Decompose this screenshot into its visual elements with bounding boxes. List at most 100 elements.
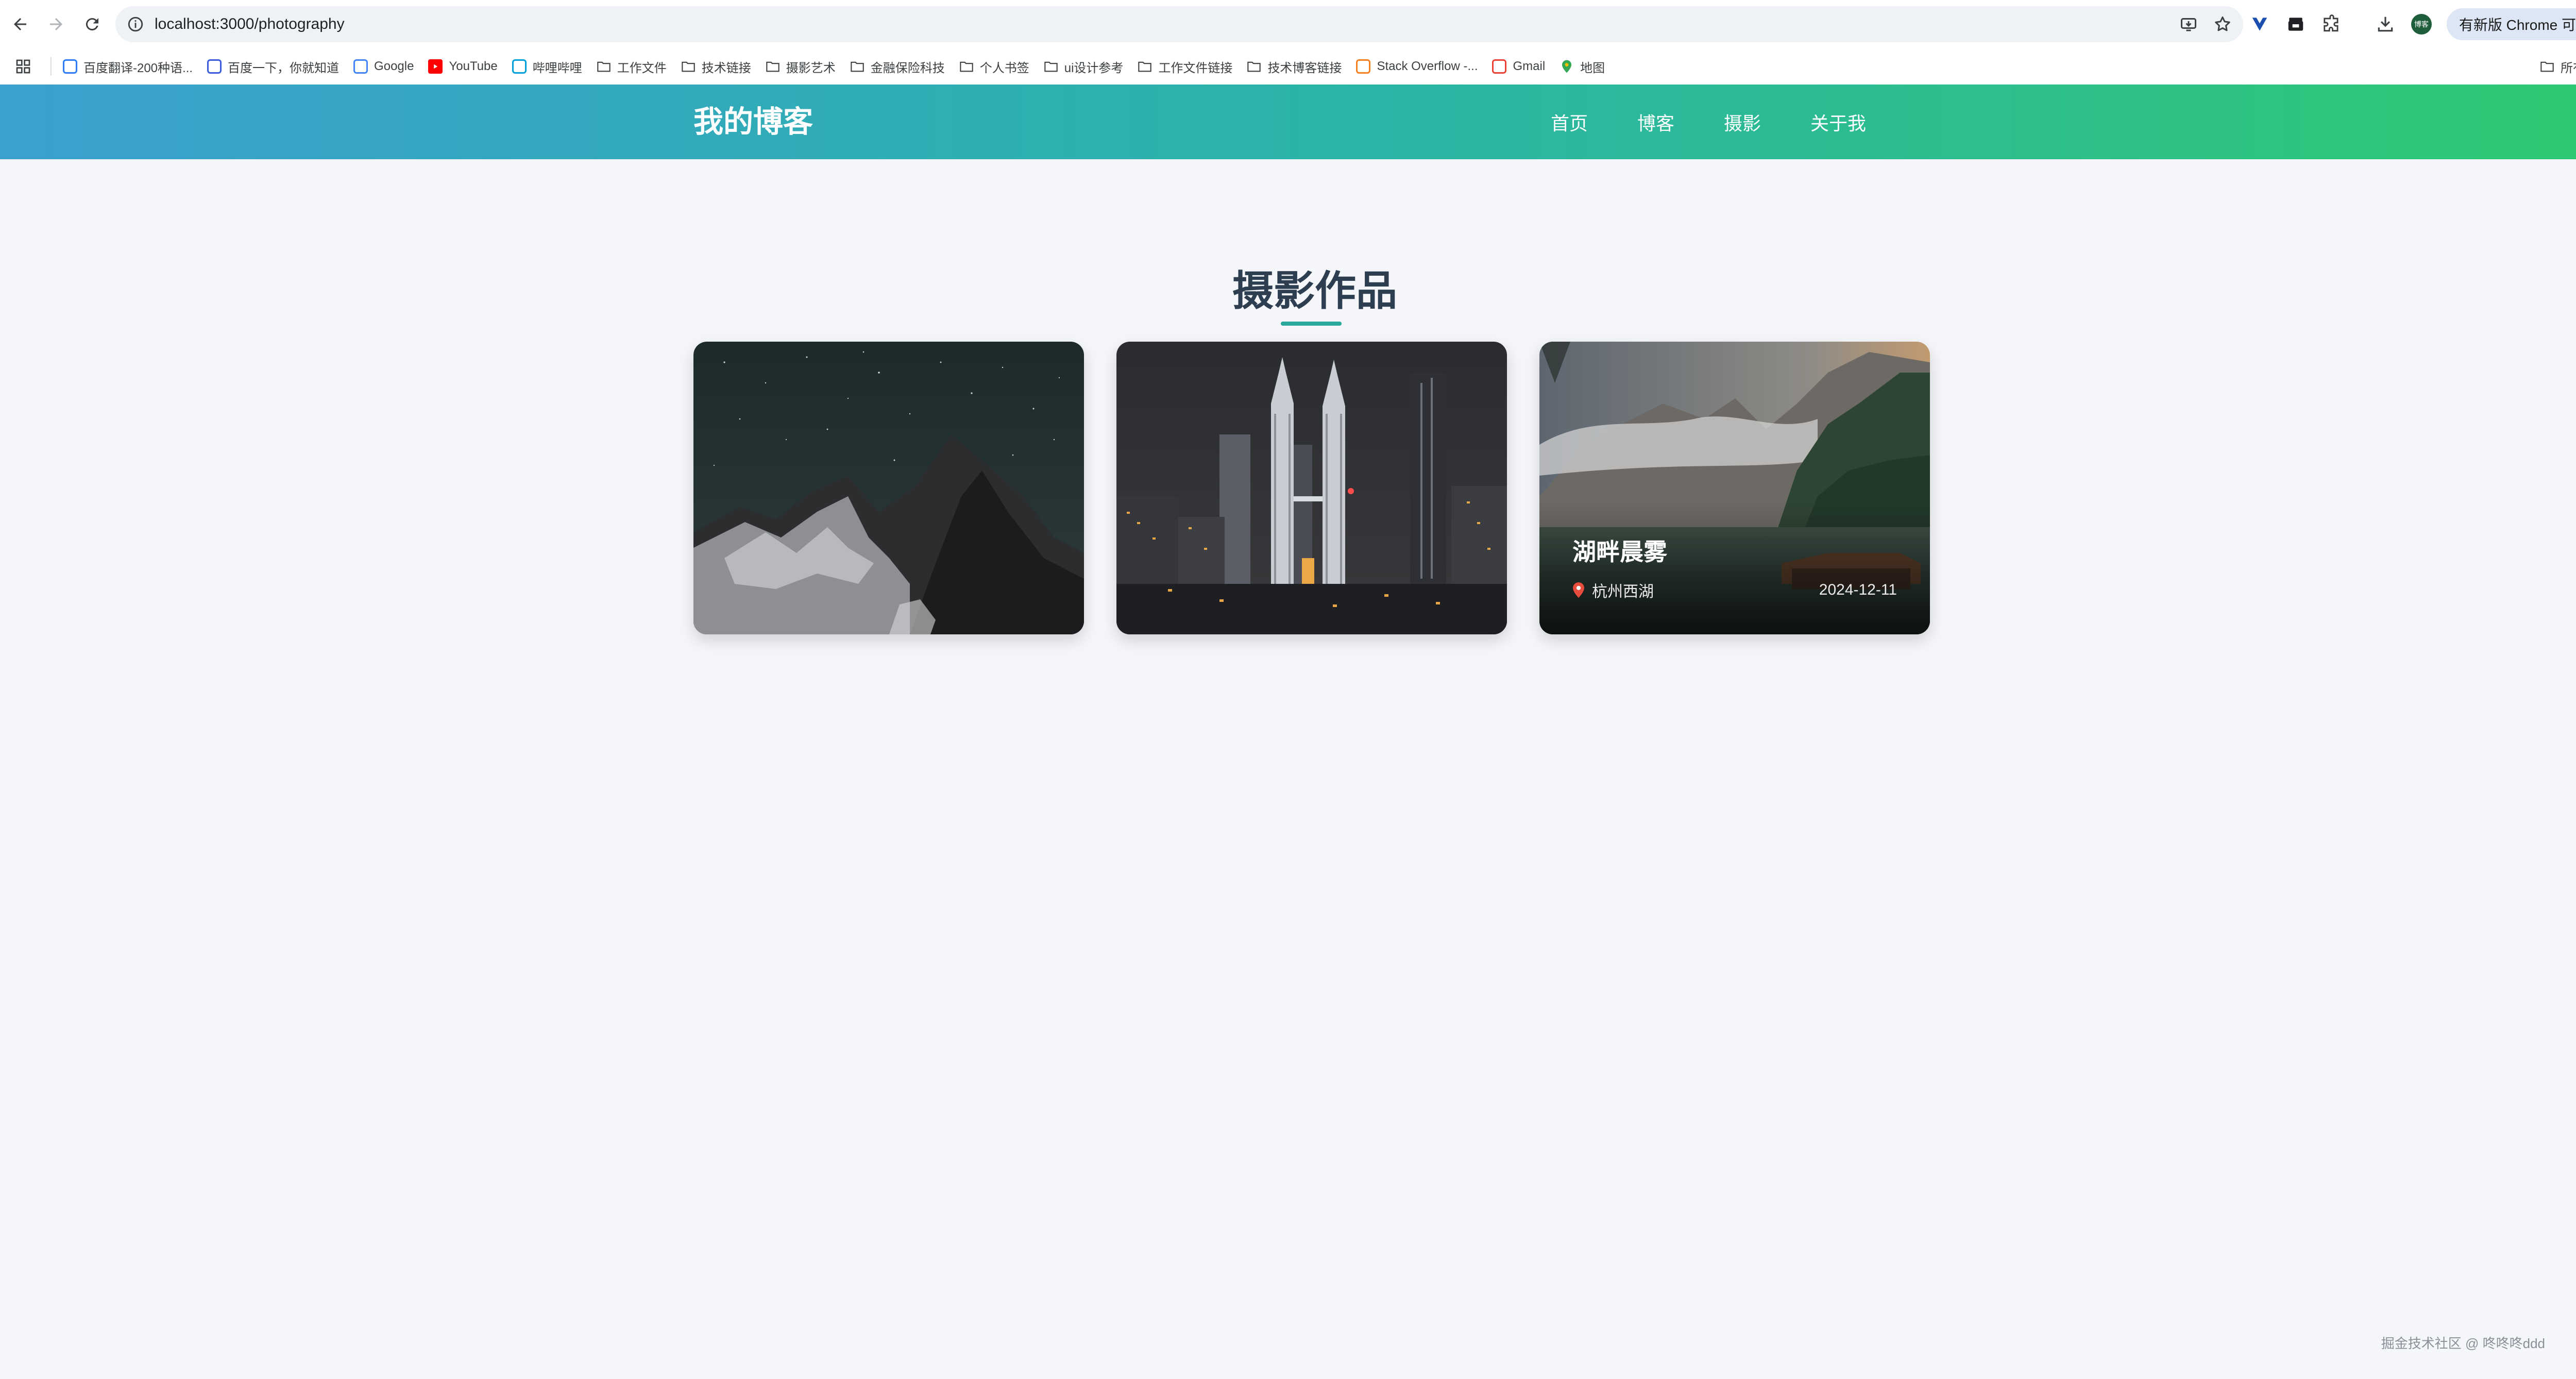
reload-icon [86, 18, 98, 31]
bookmark-label: 百度一下，你就知道 [228, 61, 340, 75]
apps-button[interactable] [0, 58, 46, 75]
chrome-update-button[interactable]: 有新版 Chrome 可用 ⋮ [2446, 8, 2576, 40]
bookmark-label: 工作文件 [617, 61, 667, 75]
bookmark-item[interactable]: 个人书签 [952, 52, 1037, 81]
bookmark-item[interactable]: 哔哩哔哩 [505, 52, 589, 81]
photo-date: 2024-12-11 [1819, 581, 1897, 598]
nav-blog[interactable]: 博客 [1637, 109, 1674, 136]
bookmark-item[interactable]: 摄影艺术 [758, 52, 843, 81]
card-overlay [1539, 500, 1930, 634]
back-button[interactable] [4, 8, 36, 40]
bookmark-label: 百度翻译-200种语... [83, 61, 193, 75]
download-icon [2378, 16, 2393, 32]
extension-v-button[interactable] [2242, 6, 2278, 42]
bookmark-item[interactable]: 百度翻译-200种语... [56, 52, 200, 81]
bookmark-item[interactable]: 百度一下，你就知道 [200, 52, 346, 81]
baidu-translate-icon [63, 59, 77, 74]
bookmark-label: 个人书签 [979, 61, 1029, 75]
bookmark-label: Gmail [1513, 59, 1546, 73]
reload-button[interactable] [76, 8, 108, 40]
nav-photography[interactable]: 摄影 [1724, 109, 1761, 136]
bookmarks-bar: 百度翻译-200种语... 百度一下，你就知道 Google YouTube 哔哩哔哩 工… [0, 48, 2576, 85]
address-bar[interactable]: localhost:3000/photography [115, 6, 2243, 42]
photo-gallery: 湖畔晨雾 杭州西湖 2024-12-11 [693, 342, 1930, 634]
photo-card[interactable] [693, 342, 1084, 634]
folder-icon [681, 59, 696, 74]
stackoverflow-icon [1356, 59, 1371, 74]
bookmark-label: 技术链接 [701, 61, 751, 75]
bookmark-item[interactable]: Google [346, 52, 421, 81]
location-text: 杭州西湖 [1592, 583, 1654, 600]
store-icon [2288, 18, 2303, 31]
site-logo-title[interactable]: 我的博客 [693, 85, 813, 159]
photo-city-night [1116, 342, 1507, 634]
photo-card[interactable] [1116, 342, 1507, 634]
gmail-icon [1492, 59, 1507, 74]
bookmark-item[interactable]: Stack Overflow -... [1349, 52, 1485, 81]
site-header: 我的博客 首页 博客 摄影 关于我 [0, 85, 2576, 159]
avatar: 博客 [2411, 14, 2432, 35]
photo-meta: 杭州西湖 2024-12-11 [1572, 579, 1897, 601]
back-arrow-icon [14, 18, 26, 30]
bookmarks-separator [50, 57, 52, 76]
folder-icon [1044, 59, 1058, 74]
bilibili-icon [512, 59, 527, 74]
bookmark-star-icon[interactable] [2213, 15, 2232, 33]
folder-icon [1138, 59, 1152, 74]
bookmark-item[interactable]: 技术链接 [674, 52, 758, 81]
url-text[interactable]: localhost:3000/photography [155, 15, 345, 33]
downloads-button[interactable] [2367, 6, 2403, 42]
apps-grid-icon [16, 59, 30, 74]
photo-title: 湖畔晨雾 [1572, 539, 1667, 565]
browser-toolbar: localhost:3000/photography 博客 有新版 Chrome… [0, 0, 2576, 48]
bookmark-item[interactable]: 工作文件 [589, 52, 674, 81]
photo-starry-mountain [693, 342, 1084, 634]
watermark: 掘金技术社区 @ 咚咚咚ddd [2381, 1336, 2545, 1351]
folder-icon [597, 59, 611, 74]
update-label: 有新版 Chrome 可用 [2459, 17, 2576, 33]
title-underline [1281, 322, 1342, 326]
bookmark-item[interactable]: 地图 [1552, 52, 1612, 81]
youtube-icon [428, 59, 443, 74]
folder-icon [1247, 59, 1261, 74]
maps-icon [1560, 59, 1574, 74]
bookmark-label: Stack Overflow -... [1377, 59, 1478, 73]
folder-icon [766, 59, 780, 74]
bookmark-label: 地图 [1580, 61, 1605, 75]
photo-location: 杭州西湖 [1572, 579, 1654, 601]
photo-card[interactable]: 湖畔晨雾 杭州西湖 2024-12-11 [1539, 342, 1930, 634]
site-info-icon[interactable] [127, 15, 144, 33]
install-app-icon[interactable] [2179, 15, 2198, 33]
page-title: 摄影作品 [1232, 268, 1397, 314]
bookmark-label: 金融保险科技 [870, 61, 945, 75]
bookmark-label: 工作文件链接 [1158, 61, 1233, 75]
all-bookmarks-button[interactable]: 所有书签 [2533, 48, 2576, 85]
nav-about[interactable]: 关于我 [1810, 109, 1866, 136]
bookmark-item[interactable]: 技术博客链接 [1240, 52, 1349, 81]
extensions-button[interactable] [2314, 6, 2350, 42]
bookmark-label: YouTube [449, 59, 498, 73]
bookmark-item[interactable]: 金融保险科技 [843, 52, 952, 81]
baidu-paw-icon [207, 59, 222, 74]
profile-button[interactable]: 博客 [2403, 6, 2439, 42]
folder-icon [850, 59, 865, 74]
bookmark-item[interactable]: YouTube [421, 52, 504, 81]
folder-icon [959, 59, 974, 74]
extension-store-button[interactable] [2278, 6, 2314, 42]
bookmark-label: 哔哩哔哩 [532, 61, 582, 75]
location-pin-icon [1573, 582, 1584, 598]
vue-devtools-icon [2252, 18, 2267, 31]
folder-icon [2540, 59, 2554, 74]
google-icon [353, 59, 368, 74]
site-nav: 首页 博客 摄影 关于我 [1551, 85, 1916, 159]
bookmark-label: 技术博客链接 [1267, 61, 1342, 75]
bookmark-item[interactable]: 工作文件链接 [1130, 52, 1240, 81]
puzzle-icon [2324, 14, 2338, 32]
bookmark-label: 摄影艺术 [786, 61, 836, 75]
forward-arrow-icon [50, 18, 62, 30]
all-bookmarks-label: 所有书签 [2561, 61, 2576, 75]
nav-home[interactable]: 首页 [1551, 109, 1588, 136]
bookmark-item[interactable]: ui设计参考 [1037, 52, 1131, 81]
bookmark-item[interactable]: Gmail [1485, 52, 1552, 81]
forward-button[interactable] [40, 8, 72, 40]
